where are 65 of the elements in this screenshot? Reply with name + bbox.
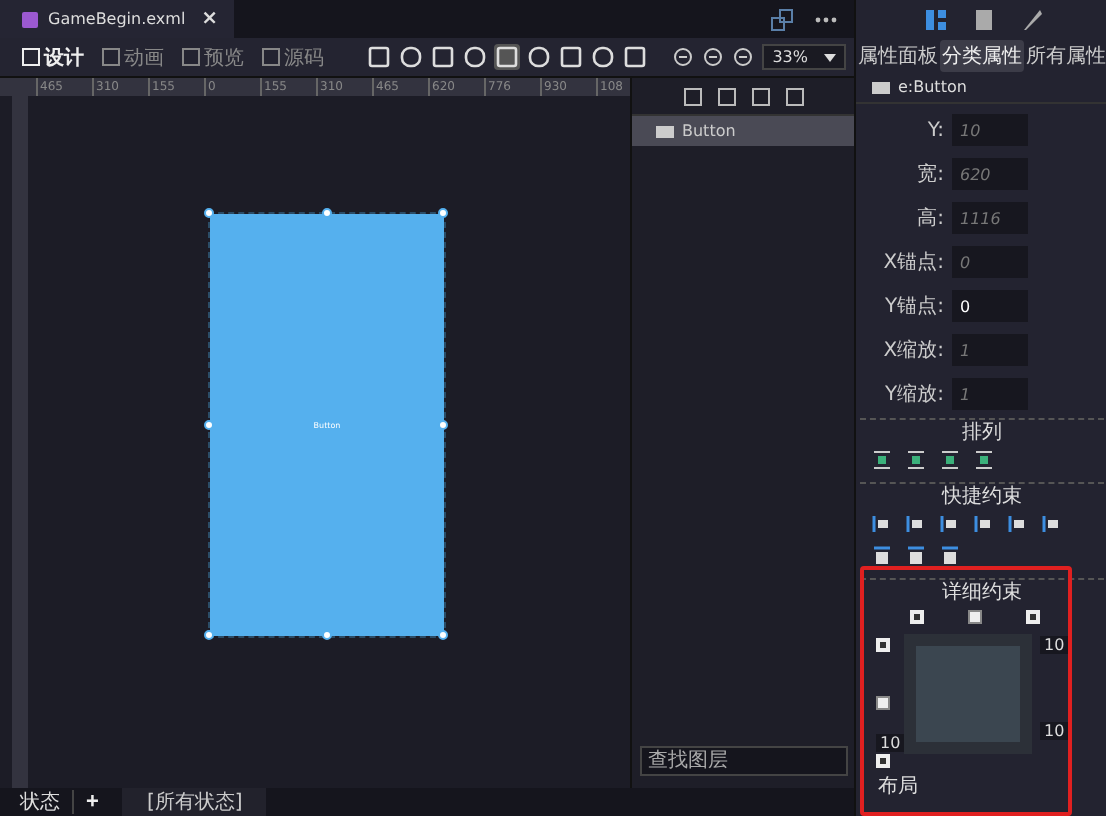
field-label: 高: bbox=[915, 205, 944, 232]
element-icon bbox=[872, 81, 890, 93]
section-title: 详细约束 bbox=[942, 582, 1022, 604]
align-icon[interactable] bbox=[872, 450, 892, 470]
file-name: GameBegin.exml bbox=[48, 10, 186, 28]
checkbox[interactable] bbox=[968, 610, 982, 624]
delete-icon[interactable] bbox=[784, 86, 806, 108]
section-title: 排列 bbox=[962, 422, 1002, 444]
mode-tab[interactable]: 源码 bbox=[256, 43, 330, 71]
layer-item[interactable]: Button bbox=[632, 116, 856, 146]
add-button[interactable]: + bbox=[72, 790, 111, 814]
resize-handle[interactable] bbox=[438, 419, 448, 429]
search-field[interactable]: 查找图层 bbox=[640, 746, 848, 776]
checkbox[interactable] bbox=[876, 696, 890, 710]
share-icon[interactable] bbox=[770, 7, 794, 31]
value-field[interactable]: 0 bbox=[952, 290, 1028, 322]
mode-icon bbox=[22, 48, 40, 66]
close-tab-button[interactable]: × bbox=[201, 8, 219, 30]
resize-handle[interactable] bbox=[321, 630, 331, 640]
resize-handle[interactable] bbox=[204, 630, 214, 640]
brush-icon[interactable] bbox=[1020, 7, 1044, 31]
zoom-out-icon[interactable] bbox=[672, 45, 697, 69]
zoom-dropdown[interactable]: 33% bbox=[762, 44, 846, 70]
layer-icon bbox=[656, 125, 674, 137]
resize-handle[interactable] bbox=[321, 208, 331, 218]
resize-handle[interactable] bbox=[438, 208, 448, 218]
field-label: Y缩放: bbox=[883, 381, 944, 408]
panel-tab[interactable]: 属性面板 bbox=[856, 39, 940, 71]
field-label: X锚点: bbox=[881, 249, 944, 276]
properties-icon[interactable] bbox=[924, 7, 948, 31]
field-label: Y: bbox=[925, 119, 944, 141]
margin-value[interactable]: 10 bbox=[876, 734, 905, 752]
copy-icon[interactable] bbox=[750, 86, 772, 108]
section-title: 布局 bbox=[878, 776, 918, 798]
margin-value[interactable]: 10 bbox=[1040, 722, 1069, 740]
section-title: 快捷约束 bbox=[942, 486, 1022, 508]
align-icon[interactable] bbox=[974, 450, 994, 470]
group-icon[interactable] bbox=[682, 86, 704, 108]
resize-handle[interactable] bbox=[204, 208, 214, 218]
mode-icon bbox=[182, 48, 200, 66]
file-icon bbox=[20, 9, 40, 29]
align-icon[interactable] bbox=[906, 450, 926, 470]
dropdown-arrow-icon bbox=[824, 53, 836, 61]
more-icon[interactable] bbox=[814, 15, 838, 23]
mode-tab[interactable]: 预览 bbox=[176, 43, 250, 71]
ungroup-icon[interactable] bbox=[716, 86, 738, 108]
align-icon[interactable] bbox=[940, 450, 960, 470]
panel-tab[interactable]: 分类属性 bbox=[940, 39, 1024, 71]
field-label: X缩放: bbox=[881, 337, 944, 364]
book-icon[interactable] bbox=[972, 7, 996, 31]
constraint-diagram bbox=[904, 634, 1032, 754]
mode-tab[interactable]: 设计 bbox=[16, 43, 90, 71]
status-label: 状态 bbox=[20, 789, 60, 816]
field-label: Y锚点: bbox=[883, 293, 944, 320]
panel-tab[interactable]: 所有属性 bbox=[1024, 39, 1106, 71]
mode-icon bbox=[102, 48, 120, 66]
field-label: 宽: bbox=[915, 161, 944, 188]
mode-icon bbox=[262, 48, 280, 66]
state-tab[interactable]: [所有状态] bbox=[122, 788, 267, 816]
mode-tab[interactable]: 动画 bbox=[96, 43, 170, 71]
margin-value[interactable]: 10 bbox=[1040, 636, 1069, 654]
resize-handle[interactable] bbox=[204, 419, 214, 429]
file-tab[interactable]: GameBegin.exml × bbox=[0, 0, 235, 38]
resize-handle[interactable] bbox=[438, 630, 448, 640]
element-name: e:Button bbox=[898, 78, 967, 96]
